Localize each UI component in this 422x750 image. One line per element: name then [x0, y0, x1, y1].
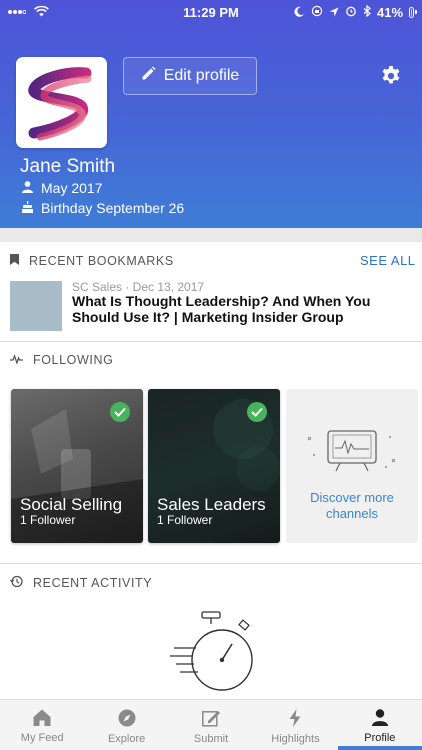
edit-icon — [201, 709, 221, 730]
gear-icon — [379, 66, 403, 92]
tab-highlights[interactable]: Highlights — [253, 700, 337, 750]
following-check-icon — [110, 402, 130, 422]
following-title: FOLLOWING — [33, 353, 114, 367]
tab-label: Submit — [193, 733, 229, 745]
card-name: Social Selling — [20, 495, 123, 514]
channel-card-social-selling[interactable]: Social Selling 1 Follower — [11, 389, 143, 543]
tab-my-feed[interactable]: My Feed — [0, 700, 84, 750]
tab-profile[interactable]: Profile — [337, 700, 422, 750]
stopwatch-illustration — [166, 608, 262, 700]
section-spacer — [0, 228, 422, 242]
card-follower-count: 1 Follower — [157, 513, 213, 527]
see-all-link[interactable]: SEE ALL — [360, 253, 416, 268]
tab-label: My Feed — [20, 732, 64, 744]
cake-icon — [22, 200, 33, 216]
tab-label: Highlights — [271, 733, 320, 745]
settings-button[interactable] — [379, 64, 403, 88]
pencil-icon — [141, 66, 156, 86]
person-icon — [371, 709, 388, 729]
profile-header: 11:29 PM 41% Edit profile Jane Smith May… — [0, 0, 422, 228]
moon-icon — [294, 5, 305, 20]
following-header: FOLLOWING — [10, 353, 113, 367]
tab-label: Explore — [107, 733, 146, 745]
bookmark-meta: SC Sales · Dec 13, 2017 — [72, 280, 205, 294]
discover-channels-card[interactable]: Discover more channels — [286, 389, 418, 543]
status-time: 11:29 PM — [183, 4, 239, 20]
card-name: Sales Leaders — [157, 495, 266, 514]
edit-profile-button[interactable]: Edit profile — [123, 57, 257, 95]
recent-bookmarks-title: RECENT BOOKMARKS — [29, 254, 174, 268]
bookmark-thumbnail — [10, 281, 62, 331]
tab-label: Profile — [364, 732, 396, 744]
discover-channels-label: Discover more channels — [310, 490, 394, 521]
bolt-icon — [289, 709, 301, 730]
alarm-icon — [345, 5, 357, 20]
battery-percent: 41% — [377, 4, 404, 20]
card-follower-count: 1 Follower — [20, 513, 76, 527]
history-icon — [10, 575, 23, 591]
bookmark-title: What Is Thought Leadership? And When You… — [72, 293, 371, 325]
bluetooth-icon — [363, 4, 371, 20]
recent-activity-header: RECENT ACTIVITY — [10, 575, 152, 591]
person-icon — [22, 180, 33, 196]
bookmark-icon — [10, 254, 19, 268]
birthday-text: Birthday September 26 — [41, 200, 185, 216]
divider — [0, 341, 422, 342]
tab-submit[interactable]: Submit — [169, 700, 253, 750]
edit-profile-label: Edit profile — [163, 67, 240, 84]
cellular-signal-icon — [8, 5, 27, 20]
recent-bookmarks-header: RECENT BOOKMARKS — [10, 254, 174, 268]
joined-date: May 2017 — [41, 180, 103, 196]
home-icon — [33, 709, 51, 729]
rotation-lock-icon — [311, 5, 323, 20]
tab-explore[interactable]: Explore — [84, 700, 168, 750]
battery-icon — [409, 6, 417, 18]
profile-name: Jane Smith — [20, 156, 116, 177]
channel-logo[interactable] — [16, 57, 107, 148]
compass-icon — [118, 709, 136, 730]
following-check-icon — [247, 402, 267, 422]
pulse-icon — [10, 353, 23, 367]
wifi-icon — [34, 5, 49, 20]
joined-date-row: May 2017 — [22, 180, 102, 196]
bottom-tab-bar: My Feed Explore Submit Highlights Profil… — [0, 699, 422, 750]
recent-activity-title: RECENT ACTIVITY — [33, 576, 153, 590]
location-icon — [329, 5, 339, 20]
status-bar: 11:29 PM 41% — [0, 0, 422, 24]
channel-card-sales-leaders[interactable]: Sales Leaders 1 Follower — [148, 389, 280, 543]
divider — [0, 563, 422, 564]
birthday-row: Birthday September 26 — [22, 200, 184, 216]
